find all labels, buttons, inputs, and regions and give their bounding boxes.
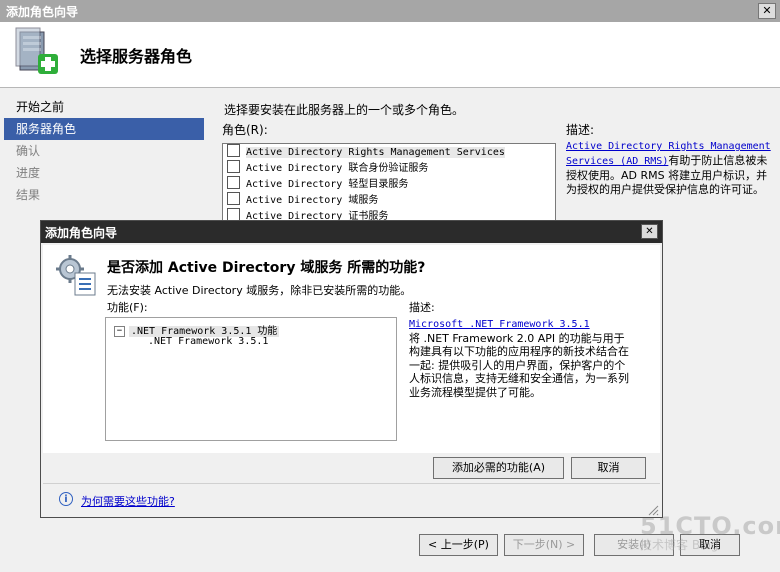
feature-description-label: 描述: <box>409 301 435 314</box>
role-label: Active Directory 轻型目录服务 <box>246 179 409 190</box>
dialog-close-icon[interactable]: ✕ <box>641 224 658 239</box>
role-checkbox[interactable] <box>227 144 240 157</box>
dialog-title: 添加角色向导 <box>45 226 118 240</box>
wizard-page-title: 选择服务器角色 <box>80 47 193 66</box>
tree-node-net-framework[interactable]: .NET Framework 3.5.1 <box>148 336 268 347</box>
back-button[interactable]: < 上一步(P) <box>419 534 498 556</box>
server-roles-icon <box>15 27 58 74</box>
why-needed-link[interactable]: 为何需要这些功能? <box>81 493 175 509</box>
tree-node-label: .NET Framework 3.5.1 <box>148 336 269 347</box>
next-button: 下一步(N) > <box>504 534 584 556</box>
nav-item-server-roles[interactable]: 服务器角色 <box>4 118 204 140</box>
watermark-sub: 技术博客 Blog <box>640 538 719 552</box>
dialog-cancel-button[interactable]: 取消 <box>571 457 646 479</box>
features-gears-icon <box>56 255 96 296</box>
role-item[interactable]: Active Directory 轻型目录服务 <box>223 176 555 192</box>
feature-description: Microsoft .NET Framework 3.5.1 将 .NET Fr… <box>409 317 633 399</box>
feature-description-text: 将 .NET Framework 2.0 API 的功能与用于构建具有以下功能的… <box>409 331 629 399</box>
role-label: Active Directory 域服务 <box>246 195 379 206</box>
role-checkbox[interactable] <box>227 160 240 173</box>
nav-item-progress: 进度 <box>16 166 41 180</box>
nav-item-confirmation: 确认 <box>16 144 41 158</box>
role-checkbox[interactable] <box>227 192 240 205</box>
wizard-window-title: 添加角色向导 <box>6 5 79 19</box>
tree-node-net-framework-features[interactable]: − .NET Framework 3.5.1 功能 <box>114 322 280 337</box>
role-description-label: 描述: <box>566 123 595 137</box>
dialog-heading: 是否添加 Active Directory 域服务 所需的功能? <box>107 260 426 276</box>
nav-item-results: 结果 <box>16 188 41 202</box>
roles-label: 角色(R): <box>222 123 268 137</box>
role-item[interactable]: Active Directory 域服务 <box>223 192 555 208</box>
dialog-titlebar <box>41 221 662 243</box>
wizard-nav: 开始之前 服务器角色 确认 进度 结果 <box>4 96 204 206</box>
collapse-toggle-icon[interactable]: − <box>114 326 125 337</box>
info-icon: i <box>59 492 73 506</box>
resize-grip-icon[interactable] <box>647 504 659 516</box>
dialog-message: 无法安装 Active Directory 域服务，除非已安装所需的功能。 <box>107 284 412 297</box>
features-tree[interactable]: − .NET Framework 3.5.1 功能 .NET Framework … <box>105 317 397 441</box>
roles-instruction: 选择要安装在此服务器上的一个或多个角色。 <box>224 103 465 117</box>
role-description: Active Directory Rights Management Servi… <box>566 139 772 197</box>
role-label: Active Directory Rights Management Servi… <box>246 147 505 158</box>
features-label: 功能(F): <box>107 301 148 314</box>
role-label: Active Directory 联合身份验证服务 <box>246 163 429 174</box>
add-required-features-button[interactable]: 添加必需的功能(A) <box>433 457 564 479</box>
add-features-dialog: 添加角色向导 ✕ 是否添加 Active Directory 域服务 所需的功能… <box>40 220 663 518</box>
wizard-titlebar <box>0 0 780 22</box>
feature-description-link[interactable]: Microsoft .NET Framework 3.5.1 <box>409 319 590 330</box>
role-item[interactable]: Active Directory 联合身份验证服务 <box>223 160 555 176</box>
role-item[interactable]: Active Directory Rights Management Servi… <box>223 144 555 160</box>
wizard-close-icon[interactable]: ✕ <box>758 3 776 19</box>
roles-list[interactable]: Active Directory Rights Management Servi… <box>222 143 556 223</box>
nav-item-before-you-begin[interactable]: 开始之前 <box>4 96 204 118</box>
role-checkbox[interactable] <box>227 176 240 189</box>
